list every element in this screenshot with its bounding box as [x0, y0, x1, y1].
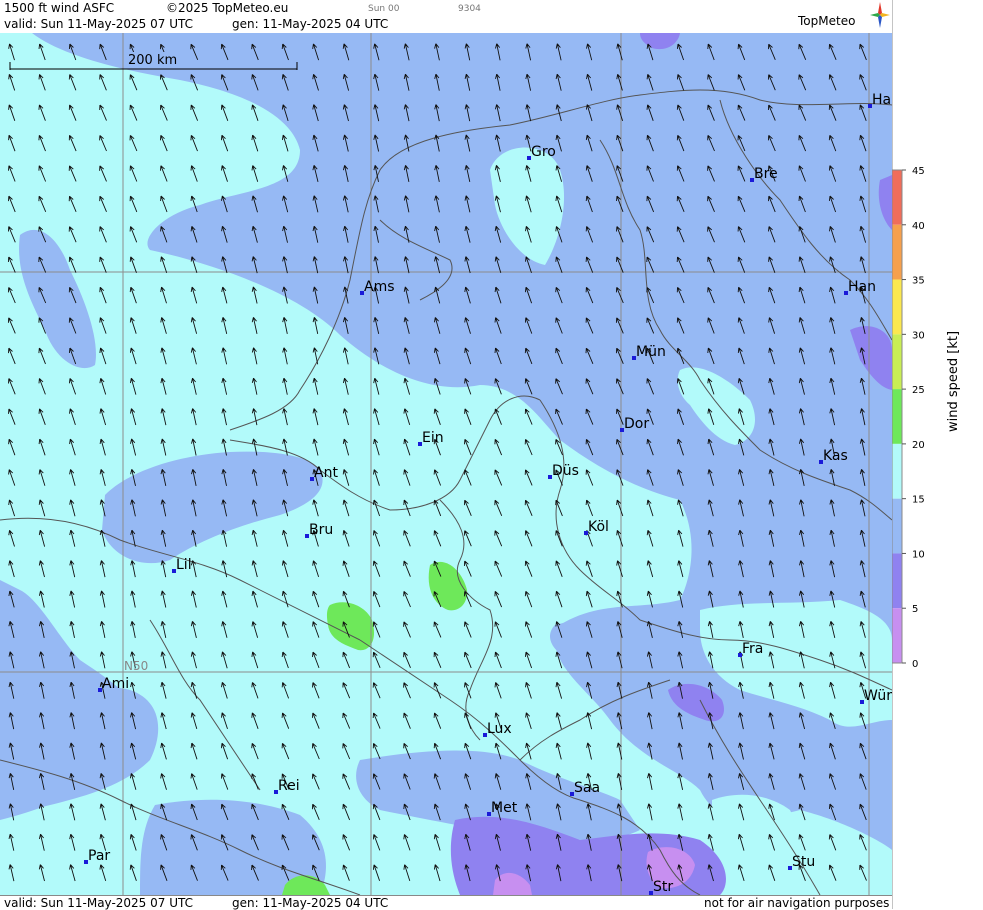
wind-map-canvas[interactable]: 200 km N50 Gro Bre Ha Ams Han Mün Dor Ein Kas Ant…: [0, 33, 892, 895]
topmeteo-logo[interactable]: TopMeteo: [798, 2, 890, 32]
legend-tick-label: 15: [912, 495, 925, 506]
city-marker: Par: [84, 848, 110, 864]
city-label: Mün: [636, 344, 666, 360]
city-marker: Düs: [548, 463, 579, 479]
copyright: ©2025 TopMeteo.eu: [166, 1, 289, 15]
legend-tick-label: 35: [912, 276, 925, 287]
city-marker: Dor: [620, 416, 649, 432]
legend-band: [892, 334, 902, 390]
city-label: Ami: [102, 676, 129, 692]
wind-speed-legend: 45 40 35 30 25 20 15 10 5 0: [892, 0, 983, 909]
city-label: Rei: [278, 778, 300, 794]
wind-map[interactable]: 200 km N50 Gro Bre Ha Ams Han Mün Dor Ein Kas Ant…: [0, 33, 892, 895]
city-label: Lux: [487, 721, 512, 737]
legend-band: [892, 443, 902, 499]
legend-tick-label: 45: [912, 166, 925, 177]
city-marker: Ant: [310, 465, 338, 481]
city-label: Met: [491, 800, 518, 816]
city-marker: Gro: [527, 144, 556, 160]
city-label: Wür: [864, 688, 892, 704]
city-label: Köl: [588, 519, 609, 535]
city-marker: Rei: [274, 778, 300, 794]
legend-tick-label: 25: [912, 385, 925, 396]
legend-band: [892, 553, 902, 609]
city-label: Düs: [552, 463, 579, 479]
legend-colorbar: 45 40 35 30 25 20 15 10 5 0: [892, 0, 925, 909]
city-label: Fra: [742, 641, 763, 657]
city-label: Kas: [823, 448, 848, 464]
gen-time: gen: 11-May-2025 04 UTC: [232, 17, 389, 31]
city-marker: Han: [844, 279, 876, 295]
city-label: Saa: [574, 780, 600, 796]
city-marker: Str: [649, 879, 673, 895]
legend-tick-label: 40: [912, 221, 925, 232]
logo-text: TopMeteo: [798, 14, 856, 28]
legend-title: wind speed [kt]: [946, 330, 961, 432]
city-label: Dor: [624, 416, 649, 432]
city-label: Str: [653, 879, 673, 895]
footer-valid-time: valid: Sun 11-May-2025 07 UTC: [4, 896, 193, 910]
legend-band: [892, 498, 902, 554]
city-label: Bre: [754, 166, 778, 182]
city-label: Ein: [422, 430, 444, 446]
city-label: Stu: [792, 854, 815, 870]
city-marker: Ein: [418, 430, 444, 446]
legend-band: [892, 279, 902, 335]
city-label: Han: [848, 279, 876, 295]
run-label: Sun 00: [368, 4, 400, 14]
city-label: Ha: [872, 92, 891, 108]
legend-band: [892, 224, 902, 280]
legend-band: [892, 389, 902, 444]
city-label: Ant: [314, 465, 338, 481]
compass-star-icon: [870, 2, 890, 28]
city-marker: Ha: [868, 92, 891, 108]
legend-band: [892, 170, 902, 225]
latitude-label: N50: [124, 659, 148, 673]
city-marker: Saa: [570, 780, 600, 796]
legend-tick-label: 0: [912, 659, 918, 670]
city-label: Ams: [364, 279, 395, 295]
map-footer: valid: Sun 11-May-2025 07 UTC gen: 11-Ma…: [0, 895, 892, 910]
city-marker: Met: [487, 800, 518, 816]
legend-tick-label: 30: [912, 330, 925, 341]
city-marker: Köl: [584, 519, 609, 535]
legend-tick-label: 5: [912, 604, 918, 615]
city-marker: Fra: [738, 641, 763, 657]
legend-tick-label: 10: [912, 549, 925, 560]
product-title: 1500 ft wind ASFC: [4, 1, 115, 15]
city-marker: Mün: [632, 344, 666, 360]
city-marker: Ams: [360, 279, 395, 295]
legend-band: [892, 608, 902, 663]
city-marker: Wür: [860, 688, 892, 704]
city-marker: Bru: [305, 522, 333, 538]
navigation-disclaimer: not for air navigation purposes: [704, 896, 890, 910]
city-label: Bru: [309, 522, 333, 538]
city-label: Gro: [531, 144, 556, 160]
map-header: 1500 ft wind ASFC ©2025 TopMeteo.eu Sun …: [0, 0, 892, 34]
city-marker: Lux: [483, 721, 512, 737]
run-number: 9304: [458, 4, 481, 14]
city-marker: Bre: [750, 166, 778, 182]
city-marker: Kas: [819, 448, 848, 464]
legend-tick-label: 20: [912, 440, 925, 451]
city-marker: Stu: [788, 854, 815, 870]
city-label: Lil: [176, 557, 192, 573]
city-label: Par: [88, 848, 110, 864]
scale-label: 200 km: [128, 53, 177, 68]
valid-time: valid: Sun 11-May-2025 07 UTC: [4, 17, 193, 31]
footer-gen-time: gen: 11-May-2025 04 UTC: [232, 896, 389, 910]
city-marker: Ami: [98, 676, 129, 692]
